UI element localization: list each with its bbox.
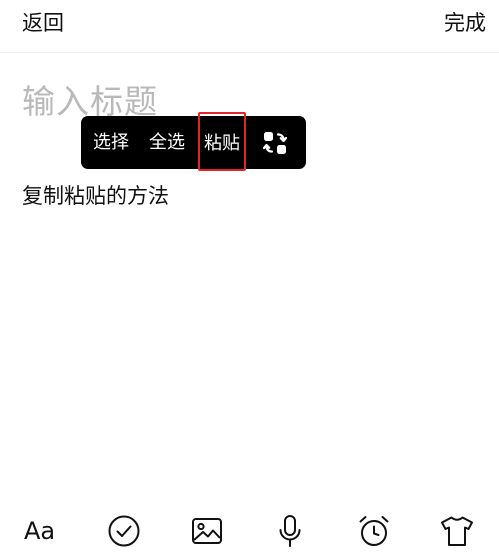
menu-item-select[interactable]: 选择	[93, 116, 129, 169]
back-button[interactable]: 返回	[22, 9, 64, 37]
menu-item-paste[interactable]: 粘贴	[198, 112, 246, 171]
top-bar: 返回 完成	[0, 0, 499, 53]
note-body-text[interactable]: 复制粘贴的方法	[22, 181, 169, 211]
image-icon[interactable]	[189, 513, 225, 549]
menu-item-select-all[interactable]: 全选	[149, 116, 185, 169]
microphone-icon[interactable]	[272, 513, 308, 549]
bottom-toolbar: Aa	[0, 505, 499, 555]
done-button[interactable]: 完成	[444, 9, 486, 37]
checklist-icon[interactable]	[106, 513, 142, 549]
text-format-icon[interactable]: Aa	[24, 515, 64, 551]
alarm-clock-icon[interactable]	[356, 513, 392, 549]
text-context-menu: 选择 全选 粘贴	[81, 112, 306, 171]
swap-arrows-icon[interactable]	[262, 131, 288, 155]
theme-shirt-icon[interactable]	[439, 513, 475, 549]
